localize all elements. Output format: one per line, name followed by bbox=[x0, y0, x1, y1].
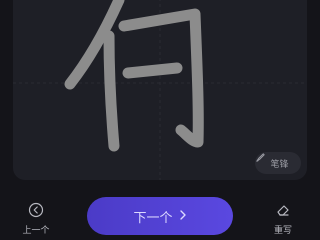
prev-button[interactable]: 上一个 bbox=[19, 202, 53, 236]
writing-canvas[interactable]: 笔锋 bbox=[13, 0, 307, 180]
stroke-right-hook bbox=[118, 8, 204, 148]
circle-chevron-left-icon bbox=[28, 202, 44, 221]
brush-label: 笔锋 bbox=[270, 159, 289, 170]
stroke-right-middle bbox=[122, 62, 183, 79]
next-label: 下一个 bbox=[133, 210, 173, 226]
prev-label: 上一个 bbox=[22, 226, 50, 236]
stroke-left-vertical bbox=[103, 30, 120, 152]
rewrite-label: 重写 bbox=[273, 226, 292, 236]
next-button[interactable]: 下一个 bbox=[87, 197, 233, 235]
rewrite-button[interactable]: 重写 bbox=[266, 202, 300, 236]
chevron-right-icon bbox=[179, 209, 187, 224]
eraser-icon bbox=[275, 202, 291, 221]
writing-practice-screen: 笔锋 上一个 下一个 重写 bbox=[0, 0, 320, 240]
brush-toggle[interactable]: 笔锋 bbox=[255, 152, 301, 174]
